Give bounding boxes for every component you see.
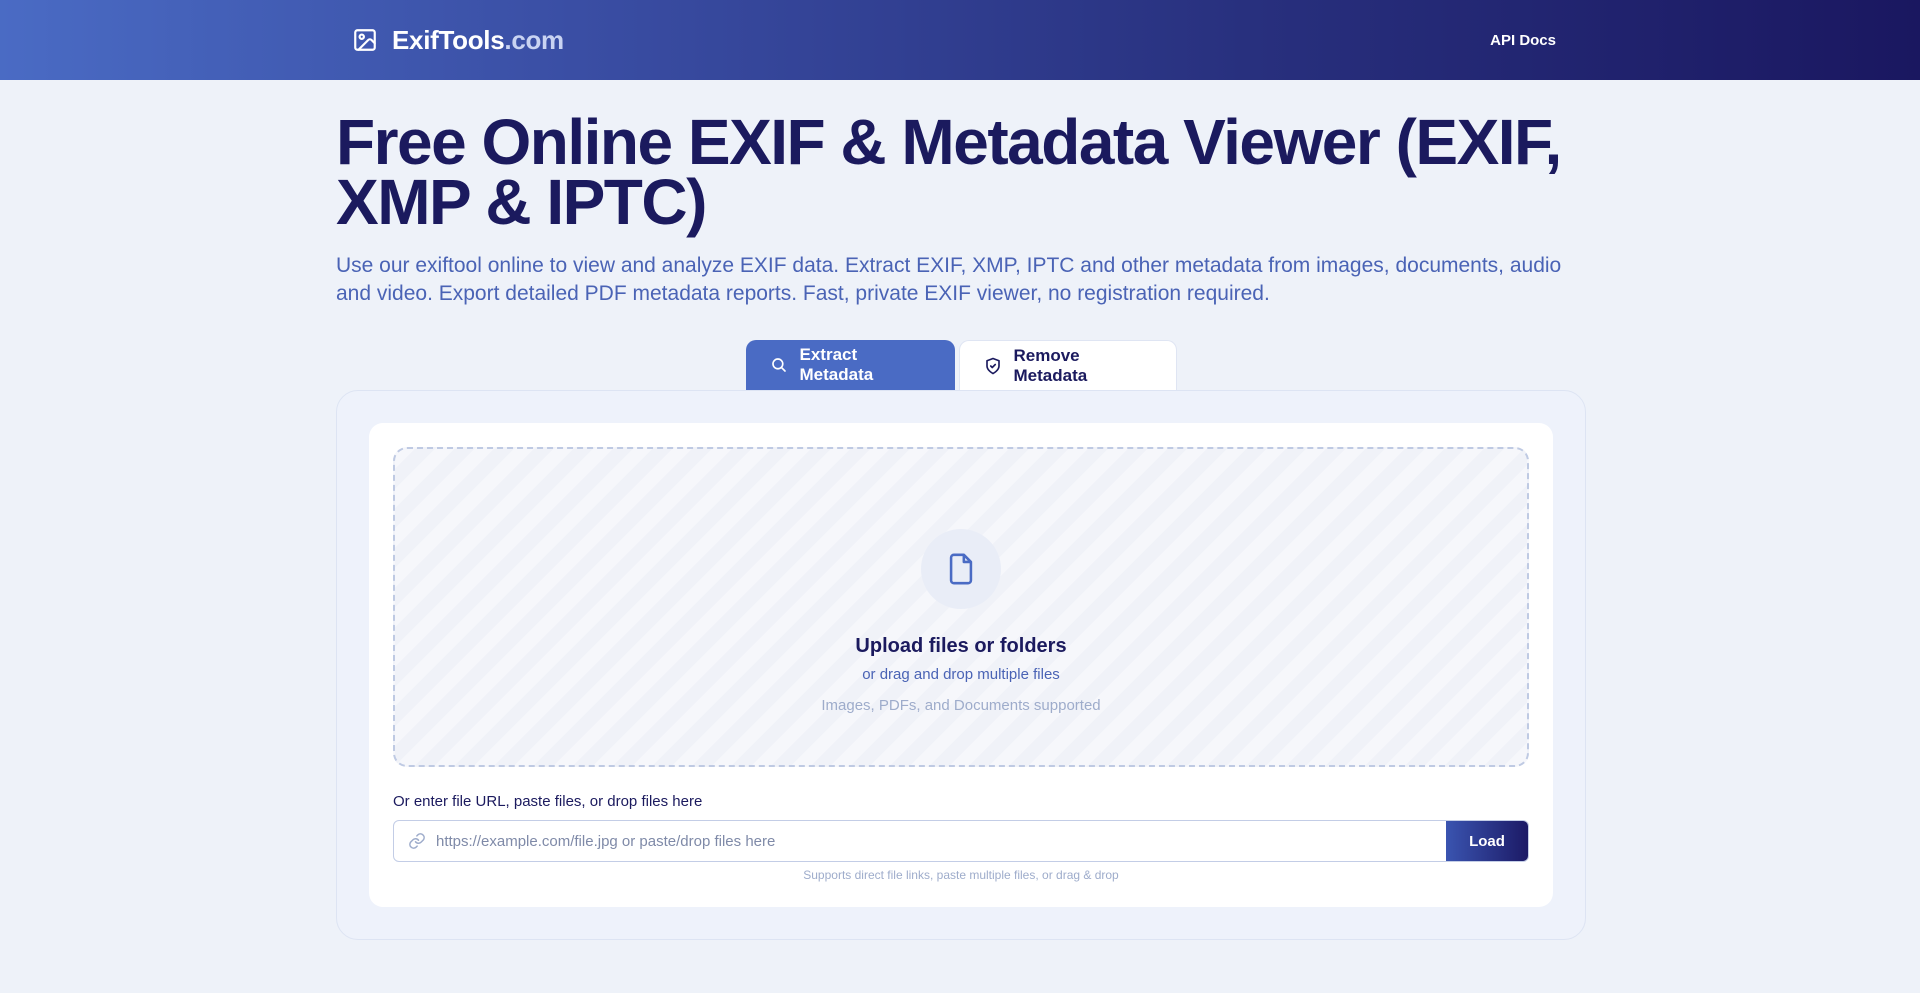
top-navigation-bar: ExifTools.com API Docs xyxy=(0,0,1920,80)
load-button[interactable]: Load xyxy=(1446,821,1528,861)
url-input-help: Supports direct file links, paste multip… xyxy=(803,868,1119,882)
search-icon xyxy=(770,356,788,374)
dropzone-title: Upload files or folders xyxy=(855,635,1067,657)
image-icon xyxy=(352,27,378,53)
file-icon-circle xyxy=(921,529,1001,609)
shield-check-icon xyxy=(984,357,1002,375)
api-docs-link[interactable]: API Docs xyxy=(1490,32,1556,49)
url-input-wrap xyxy=(394,821,1446,861)
brand-logo-link[interactable]: ExifTools.com xyxy=(352,25,564,56)
tab-extract-label: Extract Metadata xyxy=(799,345,874,384)
tab-extract-metadata[interactable]: Extract Metadata xyxy=(745,340,955,390)
hero-section: Free Online EXIF & Metadata Viewer (EXIF… xyxy=(336,80,1586,308)
file-url-input[interactable] xyxy=(436,832,1446,850)
dropzone-subtitle: or drag and drop multiple files xyxy=(862,666,1060,683)
mode-tabs: Extract Metadata Remove Metadata xyxy=(336,340,1586,390)
link-icon xyxy=(408,832,426,850)
page-description: Use our exiftool online to view and anal… xyxy=(336,254,1562,305)
tab-remove-metadata[interactable]: Remove Metadata xyxy=(958,340,1177,390)
page-title: Free Online EXIF & Metadata Viewer (EXIF… xyxy=(336,106,1562,238)
brand-name: ExifTools.com xyxy=(392,24,564,55)
url-input-label: Or enter file URL, paste files, or drop … xyxy=(393,793,703,810)
url-input-row: Load xyxy=(393,820,1529,862)
header-inner: ExifTools.com API Docs xyxy=(352,25,1570,56)
file-dropzone[interactable]: Upload files or folders or drag and drop… xyxy=(393,447,1529,767)
file-icon xyxy=(944,552,978,586)
brand-tld: .com xyxy=(504,24,564,55)
upload-card: Upload files or folders or drag and drop… xyxy=(369,423,1553,907)
dropzone-supported-note: Images, PDFs, and Documents supported xyxy=(821,697,1101,714)
tab-remove-label: Remove Metadata xyxy=(1013,345,1088,385)
extract-panel: Upload files or folders or drag and drop… xyxy=(336,390,1586,940)
